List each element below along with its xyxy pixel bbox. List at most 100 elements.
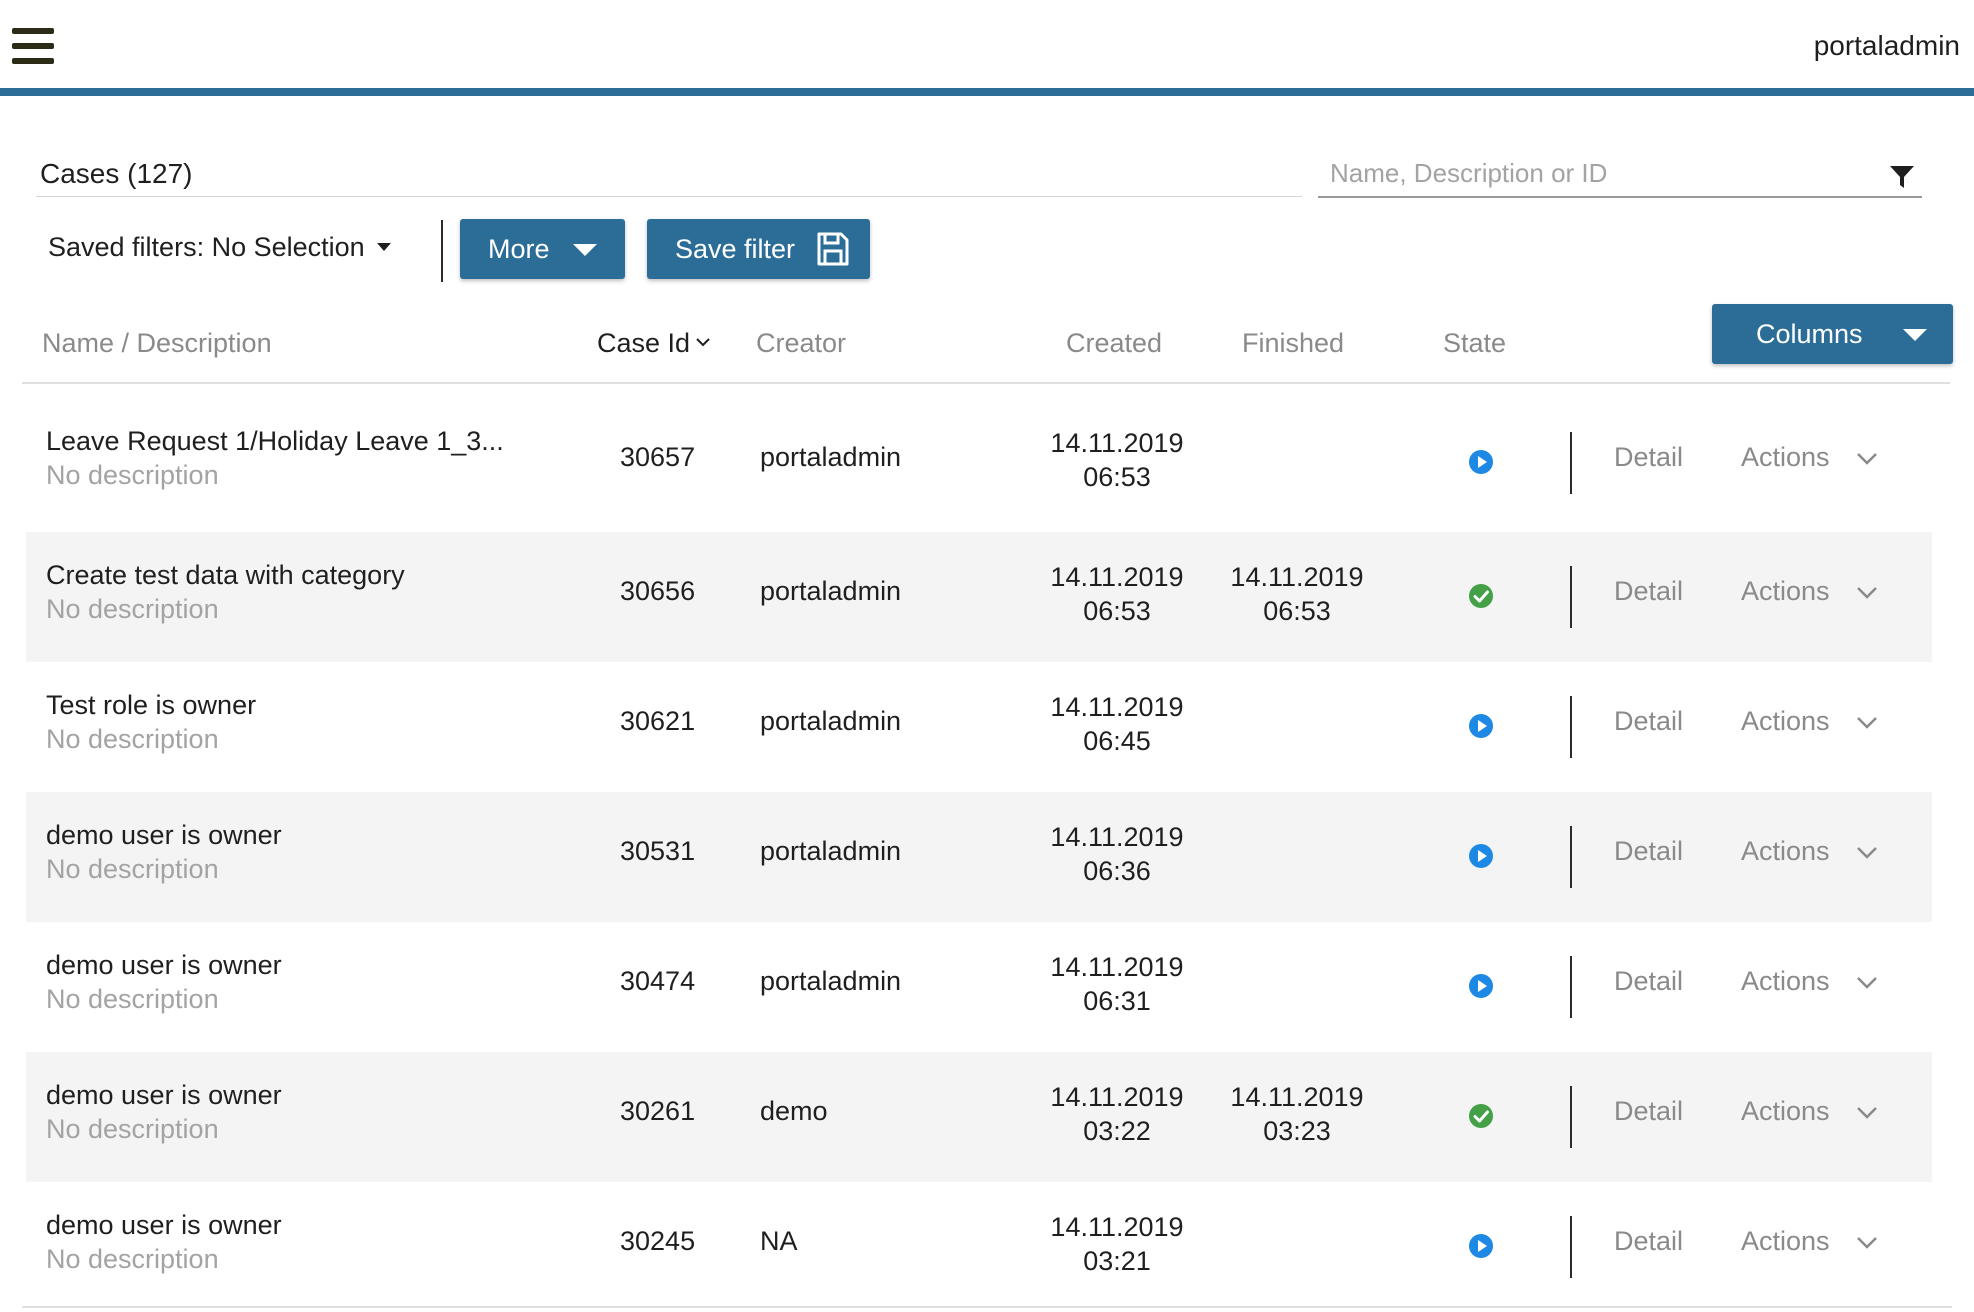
case-name[interactable]: demo user is owner [46, 1210, 282, 1241]
table-row[interactable]: demo user is owner No description 30531 por… [26, 792, 1932, 922]
column-header-finished[interactable]: Finished [1242, 328, 1344, 359]
table-bottom-divider [22, 1306, 1952, 1308]
chevron-down-icon[interactable] [1856, 1236, 1878, 1250]
detail-link[interactable]: Detail [1614, 1226, 1683, 1257]
case-creator: portaladmin [760, 966, 902, 996]
actions-dropdown[interactable]: Actions [1741, 576, 1830, 607]
actions-dropdown[interactable]: Actions [1741, 966, 1830, 997]
play-circle-icon [1469, 974, 1493, 998]
table-row[interactable]: demo user is owner No description 30245 NA 1… [26, 1182, 1932, 1312]
created-datetime: 14.11.2019 06:31 [1034, 950, 1200, 1018]
column-header-state[interactable]: State [1443, 328, 1506, 359]
detail-link[interactable]: Detail [1614, 836, 1683, 867]
top-bar: portaladmin [0, 0, 1974, 96]
funnel-icon[interactable] [1888, 164, 1916, 190]
actions-dropdown[interactable]: Actions [1741, 706, 1830, 737]
detail-link[interactable]: Detail [1614, 1096, 1683, 1127]
created-datetime: 14.11.2019 03:21 [1034, 1210, 1200, 1278]
column-header-case-id-label: Case Id [597, 328, 691, 358]
created-time: 06:45 [1083, 726, 1151, 756]
created-datetime: 14.11.2019 06:36 [1034, 820, 1200, 888]
detail-link[interactable]: Detail [1614, 706, 1683, 737]
created-datetime: 14.11.2019 06:53 [1034, 426, 1200, 494]
column-header-creator[interactable]: Creator [756, 328, 846, 359]
created-time: 06:36 [1083, 856, 1151, 886]
case-creator: portaladmin [760, 576, 902, 606]
chevron-down-icon [696, 338, 710, 347]
table-row[interactable]: demo user is owner No description 30261 dem… [26, 1052, 1932, 1182]
created-date: 14.11.2019 [1050, 692, 1184, 722]
created-datetime: 14.11.2019 06:45 [1034, 690, 1200, 758]
table-row[interactable]: Create test data with category No descrip… [26, 532, 1932, 662]
column-header-case-id[interactable]: Case Id [597, 328, 710, 359]
case-name[interactable]: Test role is owner [46, 690, 256, 721]
save-filter-button[interactable]: Save filter [647, 219, 870, 279]
toolbar-divider [441, 220, 443, 282]
row-divider [1570, 956, 1572, 1018]
column-header-created[interactable]: Created [1066, 328, 1162, 359]
saved-filters-dropdown[interactable]: Saved filters: No Selection [48, 232, 391, 263]
actions-dropdown[interactable]: Actions [1741, 1226, 1830, 1257]
play-circle-icon [1469, 714, 1493, 738]
detail-link[interactable]: Detail [1614, 442, 1683, 473]
caret-down-icon [376, 242, 391, 251]
chevron-down-icon[interactable] [1856, 976, 1878, 990]
table-row[interactable]: demo user is owner No description 30474 por… [26, 922, 1932, 1052]
search-input[interactable] [1328, 154, 1852, 192]
case-name[interactable]: Create test data with category [46, 560, 405, 591]
chevron-down-icon[interactable] [1856, 716, 1878, 730]
created-datetime: 14.11.2019 06:53 [1034, 560, 1200, 628]
columns-button[interactable]: Columns [1712, 304, 1953, 364]
case-id: 30474 [620, 966, 696, 996]
row-divider [1570, 696, 1572, 758]
created-date: 14.11.2019 [1050, 1212, 1184, 1242]
case-name[interactable]: Leave Request 1/Holiday Leave 1_3... [46, 426, 504, 457]
case-description: No description [46, 854, 219, 884]
detail-link[interactable]: Detail [1614, 576, 1683, 607]
hamburger-menu-icon[interactable] [12, 28, 56, 64]
chevron-down-icon[interactable] [1856, 846, 1878, 860]
save-filter-label: Save filter [675, 233, 796, 264]
table-row[interactable]: Leave Request 1/Holiday Leave 1_3... No d… [26, 398, 1932, 528]
play-circle-icon [1469, 450, 1493, 474]
actions-dropdown[interactable]: Actions [1741, 836, 1830, 867]
page-title: Cases (127) [40, 158, 193, 189]
created-date: 14.11.2019 [1050, 562, 1184, 592]
finished-datetime: 14.11.2019 03:23 [1214, 1080, 1380, 1148]
case-id: 30531 [620, 836, 696, 866]
created-time: 03:22 [1083, 1116, 1151, 1146]
actions-dropdown[interactable]: Actions [1741, 442, 1830, 473]
title-divider [36, 196, 1302, 197]
play-circle-icon [1469, 844, 1493, 868]
case-creator: demo [760, 1096, 828, 1126]
table-row[interactable]: Test role is owner No description 30621 por… [26, 662, 1932, 792]
caret-down-icon [1903, 329, 1927, 341]
more-button-label: More [488, 233, 550, 264]
case-creator: portaladmin [760, 706, 902, 736]
chevron-down-icon[interactable] [1856, 1106, 1878, 1120]
detail-link[interactable]: Detail [1614, 966, 1683, 997]
table-header-divider [22, 382, 1950, 384]
case-description: No description [46, 460, 219, 490]
columns-button-label: Columns [1756, 318, 1863, 349]
case-name[interactable]: demo user is owner [46, 950, 282, 981]
row-divider [1570, 432, 1572, 494]
case-description: No description [46, 1244, 219, 1274]
row-divider [1570, 1086, 1572, 1148]
check-circle-icon [1469, 1104, 1493, 1128]
actions-dropdown[interactable]: Actions [1741, 1096, 1830, 1127]
caret-down-icon [573, 244, 597, 256]
created-time: 06:53 [1083, 462, 1151, 492]
column-header-name[interactable]: Name / Description [42, 328, 272, 359]
case-name[interactable]: demo user is owner [46, 1080, 282, 1111]
case-description: No description [46, 594, 219, 624]
more-button[interactable]: More [460, 219, 625, 279]
chevron-down-icon[interactable] [1856, 452, 1878, 466]
created-time: 03:21 [1083, 1246, 1151, 1276]
case-creator: portaladmin [760, 836, 902, 866]
chevron-down-icon[interactable] [1856, 586, 1878, 600]
case-creator: portaladmin [760, 442, 902, 472]
user-name[interactable]: portaladmin [1814, 30, 1960, 62]
created-datetime: 14.11.2019 03:22 [1034, 1080, 1200, 1148]
case-name[interactable]: demo user is owner [46, 820, 282, 851]
